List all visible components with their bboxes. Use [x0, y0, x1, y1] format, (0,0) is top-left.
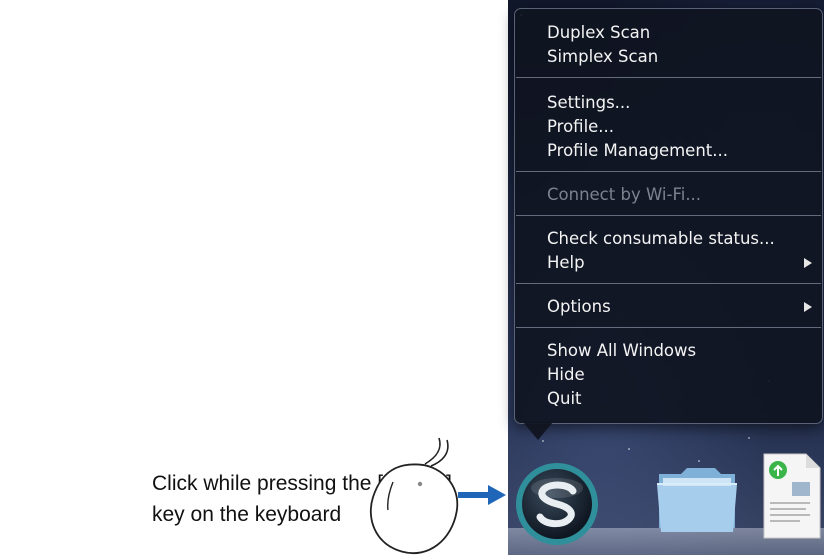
menu-item-connect-wifi: Connect by Wi-Fi... [547, 185, 702, 204]
menu-item-help-label: Help [547, 253, 585, 272]
menu-pointer [523, 422, 553, 440]
submenu-arrow-icon [804, 302, 812, 312]
arrow-right-icon [458, 485, 506, 505]
menu-item-profile[interactable]: Profile... [547, 115, 814, 139]
menu-item-profile-management[interactable]: Profile Management... [547, 139, 814, 163]
menu-separator [516, 283, 821, 284]
mouse-icon [369, 437, 459, 554]
document-icon[interactable] [754, 446, 824, 540]
menu-item-hide[interactable]: Hide [547, 363, 814, 387]
menu-item-settings[interactable]: Settings... [547, 91, 814, 115]
menu-separator [516, 215, 821, 216]
menu-item-show-all-windows[interactable]: Show All Windows [547, 339, 814, 363]
menu-item-simplex-scan[interactable]: Simplex Scan [547, 45, 814, 69]
menu-separator [516, 77, 821, 78]
scansnap-manager-icon[interactable] [511, 458, 603, 550]
menu-item-options-label: Options [547, 297, 611, 316]
menu-item-duplex-scan[interactable]: Duplex Scan [547, 21, 814, 45]
menu-item-quit[interactable]: Quit [547, 387, 814, 411]
submenu-arrow-icon [804, 258, 812, 268]
menu-item-check-consumable-status[interactable]: Check consumable status... [547, 227, 814, 251]
folder-icon[interactable] [651, 458, 743, 536]
menu-item-options[interactable]: Options [547, 295, 814, 319]
menu-separator [516, 171, 821, 172]
menu-item-help[interactable]: Help [547, 251, 814, 275]
context-menu: Duplex Scan Simplex Scan Settings... Pro… [514, 8, 823, 424]
menu-separator [516, 327, 821, 328]
